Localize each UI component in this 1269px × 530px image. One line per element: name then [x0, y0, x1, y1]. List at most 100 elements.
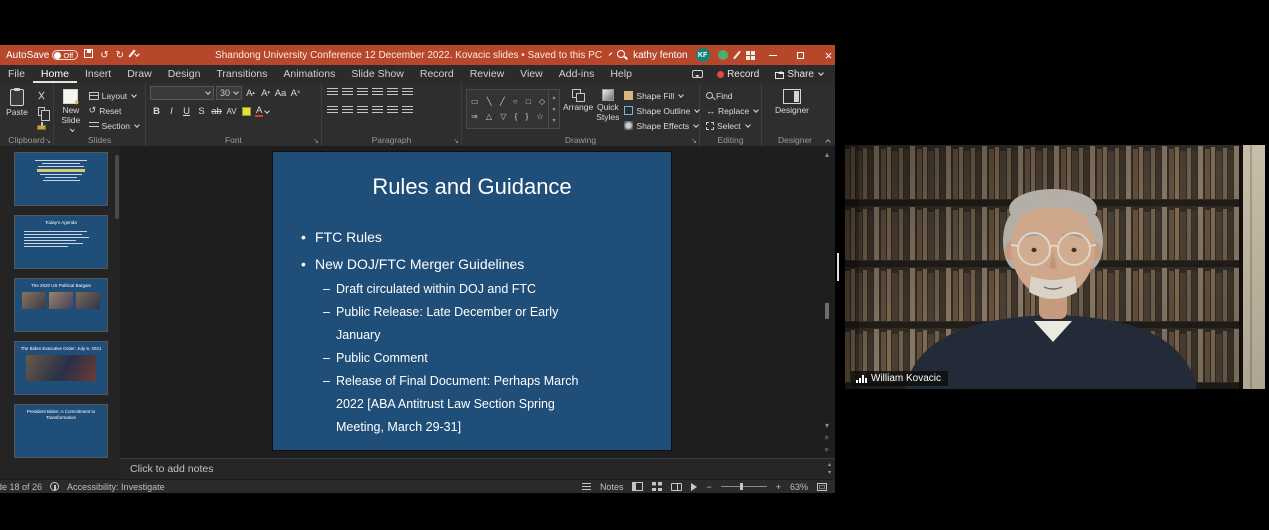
shapes-gallery[interactable]: [466, 89, 560, 129]
minimize-button[interactable]: [763, 45, 783, 65]
panel-resize-handle[interactable]: [837, 253, 839, 281]
maximize-button[interactable]: [791, 45, 811, 65]
scroll-down-icon[interactable]: [825, 421, 829, 430]
arrange-button[interactable]: Arrange: [563, 86, 593, 133]
scrollbar-thumb[interactable]: [825, 303, 829, 319]
new-slide-button[interactable]: New Slide: [58, 86, 84, 133]
decrease-indent-icon[interactable]: [357, 88, 368, 97]
tab-transitions[interactable]: Transitions: [208, 65, 275, 83]
paste-button[interactable]: Paste: [4, 86, 30, 133]
cut-button[interactable]: [33, 90, 49, 102]
scrollbar-track[interactable]: [821, 162, 833, 418]
editing-mode-icon[interactable]: [733, 51, 741, 60]
thumbnail-scrollbar[interactable]: [115, 155, 119, 219]
close-button[interactable]: [819, 45, 835, 65]
tab-file[interactable]: File: [0, 65, 33, 83]
paragraph-dialog-launcher[interactable]: [453, 137, 459, 145]
clipboard-dialog-launcher[interactable]: [45, 137, 51, 145]
justify-icon[interactable]: [372, 106, 383, 115]
clear-formatting-button[interactable]: A: [289, 87, 302, 100]
accessibility-status[interactable]: Accessibility: Investigate: [67, 482, 165, 492]
comments-icon[interactable]: [692, 70, 703, 78]
avatar[interactable]: KF: [696, 48, 710, 62]
font-color-button[interactable]: A: [255, 105, 269, 118]
tab-insert[interactable]: Insert: [77, 65, 119, 83]
font-name-combo[interactable]: [150, 86, 214, 100]
slide-thumbnail-3[interactable]: The 2020 US Political Bargain: [14, 278, 108, 332]
designer-button[interactable]: Designer: [766, 86, 818, 133]
tab-help[interactable]: Help: [602, 65, 640, 83]
save-button[interactable]: [84, 49, 93, 61]
undo-button[interactable]: [100, 50, 108, 61]
presence-icon[interactable]: [718, 50, 728, 60]
increase-indent-icon[interactable]: [372, 88, 383, 97]
reset-button[interactable]: Reset: [87, 104, 141, 117]
ribbon-options-icon[interactable]: [746, 51, 755, 60]
user-name[interactable]: kathy fenton: [633, 50, 687, 61]
align-right-icon[interactable]: [357, 106, 368, 115]
slideshow-view-icon[interactable]: [691, 483, 697, 491]
scroll-down-icon[interactable]: [828, 469, 831, 476]
notes-scroll-arrows[interactable]: [828, 461, 831, 476]
bullet-item[interactable]: FTC Rules: [300, 224, 671, 251]
tab-add-ins[interactable]: Add-ins: [551, 65, 603, 83]
columns-icon[interactable]: [387, 106, 398, 115]
reading-view-icon[interactable]: [671, 483, 682, 491]
section-button[interactable]: Section: [87, 119, 141, 132]
video-tile[interactable]: William Kovacic: [845, 145, 1265, 389]
bullet-item[interactable]: Public Comment: [323, 347, 606, 370]
find-button[interactable]: Find: [704, 89, 760, 102]
text-shadow-button[interactable]: S: [195, 105, 208, 118]
text-direction-icon[interactable]: [402, 88, 413, 97]
align-center-icon[interactable]: [342, 106, 353, 115]
tab-slide-show[interactable]: Slide Show: [343, 65, 412, 83]
slide-thumbnail-1[interactable]: [14, 152, 108, 206]
bullet-item[interactable]: Draft circulated within DOJ and FTC: [323, 278, 606, 301]
next-slide-button[interactable]: [822, 447, 831, 451]
slide-title[interactable]: Rules and Guidance: [273, 174, 671, 200]
gallery-more-icon[interactable]: [552, 117, 555, 124]
font-size-combo[interactable]: 30: [216, 86, 242, 100]
copy-button[interactable]: [33, 106, 49, 118]
tab-design[interactable]: Design: [160, 65, 209, 83]
notes-toggle-label[interactable]: Notes: [600, 482, 624, 492]
slide-thumbnail-4[interactable]: The Biden Executive Order: July 9, 2021: [14, 341, 108, 395]
shrink-font-button[interactable]: A: [259, 87, 272, 100]
scroll-up-icon[interactable]: [825, 150, 829, 159]
change-case-button[interactable]: Aa: [274, 87, 287, 100]
smartart-convert-icon[interactable]: [402, 106, 413, 115]
chevron-down-icon[interactable]: [609, 52, 613, 56]
layout-button[interactable]: Layout: [87, 89, 141, 102]
slide-indicator[interactable]: Slide 18 of 26: [0, 482, 42, 492]
previous-slide-button[interactable]: [822, 435, 831, 439]
search-button[interactable]: [617, 50, 625, 61]
document-title[interactable]: Shandong University Conference 12 Decemb…: [215, 50, 602, 61]
zoom-level[interactable]: 63%: [790, 482, 808, 492]
bullets-icon[interactable]: [327, 88, 338, 97]
redo-button[interactable]: [116, 50, 124, 61]
vertical-scrollbar[interactable]: [821, 150, 833, 454]
bold-button[interactable]: B: [150, 105, 163, 118]
grow-font-button[interactable]: A: [244, 87, 257, 100]
zoom-out-button[interactable]: −: [706, 482, 711, 492]
character-spacing-button[interactable]: AV: [225, 105, 238, 118]
zoom-slider-thumb[interactable]: [740, 483, 743, 490]
shape-fill-button[interactable]: Shape Fill: [622, 89, 701, 102]
shape-outline-button[interactable]: Shape Outline: [622, 104, 701, 117]
slide-thumbnail-5[interactable]: President Biden: A Commitment to Transfo…: [14, 404, 108, 458]
bullet-item[interactable]: Public Release: Late December or Early J…: [323, 301, 606, 347]
strikethrough-button[interactable]: ab: [210, 105, 223, 118]
current-slide[interactable]: Rules and Guidance FTC Rules New DOJ/FTC…: [273, 152, 671, 450]
tab-home[interactable]: Home: [33, 65, 77, 83]
fit-to-window-icon[interactable]: [817, 483, 827, 491]
font-dialog-launcher[interactable]: [313, 137, 319, 145]
format-painter-button[interactable]: [33, 121, 49, 133]
highlight-button[interactable]: [240, 105, 253, 118]
record-button[interactable]: Record: [715, 68, 761, 81]
gallery-up-icon[interactable]: [552, 94, 555, 101]
bullet-item[interactable]: Release of Final Document: Perhaps March…: [323, 370, 606, 439]
zoom-slider[interactable]: [721, 486, 767, 487]
slide-sorter-view-icon[interactable]: [652, 482, 662, 491]
notes-toggle-icon[interactable]: [582, 483, 591, 491]
underline-button[interactable]: U: [180, 105, 193, 118]
